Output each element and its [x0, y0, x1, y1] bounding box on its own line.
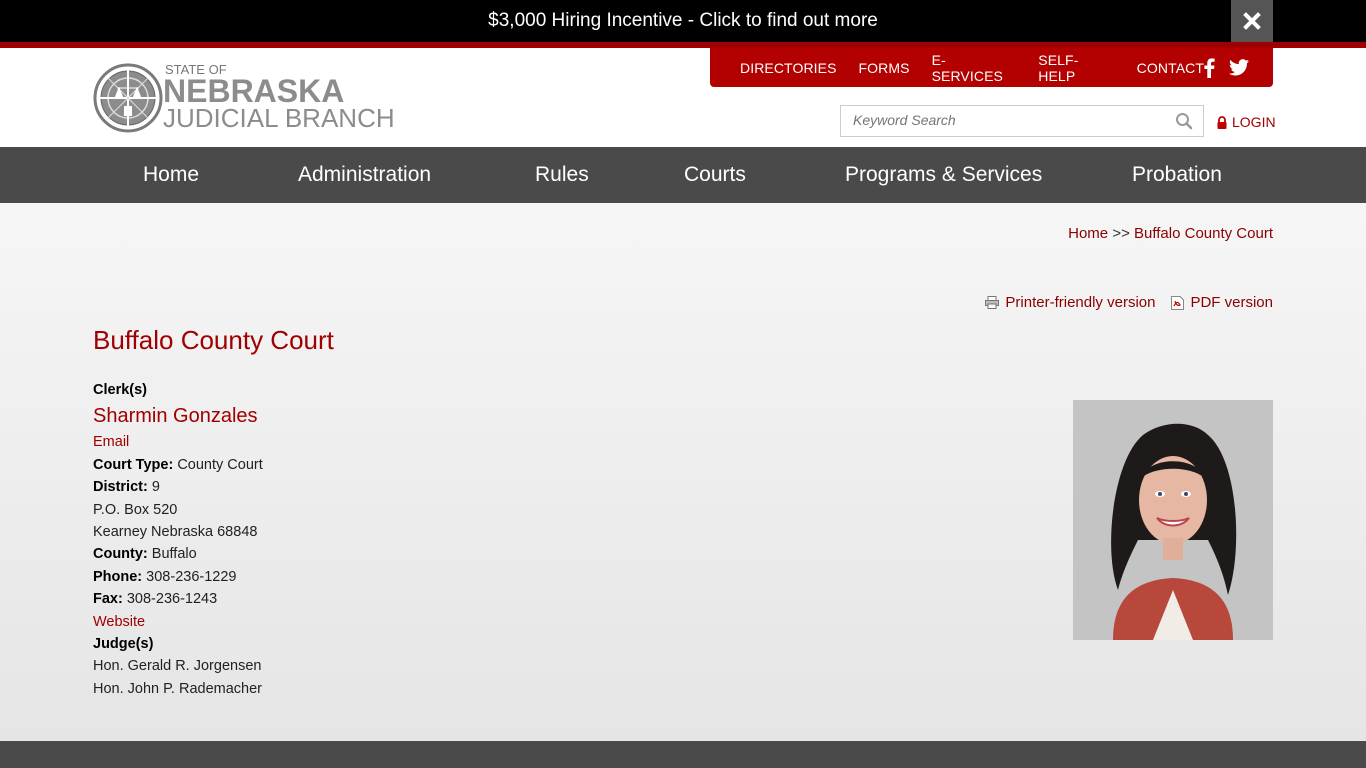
- social-links: [1204, 57, 1249, 78]
- hiring-alert-bar: $3,000 Hiring Incentive - Click to find …: [0, 0, 1366, 42]
- breadcrumb-separator: >>: [1112, 225, 1130, 242]
- pdf-icon: [1171, 295, 1185, 310]
- phone-label: Phone:: [93, 568, 143, 585]
- court-website-link[interactable]: Website: [93, 614, 145, 630]
- printer-icon: [985, 296, 1000, 309]
- facebook-icon[interactable]: [1204, 57, 1215, 78]
- address-line-2: Kearney Nebraska 68848: [93, 523, 258, 540]
- hiring-alert-link[interactable]: $3,000 Hiring Incentive - Click to find …: [0, 0, 1366, 42]
- print-links: Printer-friendly version PDF version: [985, 294, 1273, 311]
- pdf-version-label: PDF version: [1190, 294, 1273, 311]
- district-value: 9: [151, 479, 160, 496]
- fax-label: Fax:: [93, 591, 123, 608]
- logo-judicial-branch: JUDICIAL BRANCH: [163, 103, 393, 133]
- printer-friendly-link[interactable]: Printer-friendly version: [985, 294, 1155, 311]
- breadcrumb-home[interactable]: Home: [1068, 225, 1108, 242]
- printer-friendly-label: Printer-friendly version: [1005, 294, 1156, 311]
- judge-name: Hon. Gerald R. Jorgensen: [93, 658, 262, 675]
- court-type-value: County Court: [177, 456, 263, 473]
- clerk-heading: Clerk(s): [93, 382, 147, 398]
- main-nav-programs-services[interactable]: Programs & Services: [845, 147, 1042, 203]
- utility-nav: DIRECTORIES FORMS E-SERVICES SELF-HELP C…: [710, 48, 1273, 87]
- login-label: LOGIN: [1232, 114, 1276, 130]
- search-input[interactable]: [841, 106, 1185, 134]
- clerk-photo: [1073, 400, 1273, 640]
- nav-forms[interactable]: FORMS: [859, 60, 910, 76]
- nav-e-services[interactable]: E-SERVICES: [932, 52, 1017, 84]
- breadcrumb-current[interactable]: Buffalo County Court: [1134, 225, 1273, 242]
- fax-value: 308-236-1243: [126, 591, 218, 608]
- main-nav-administration[interactable]: Administration: [298, 147, 431, 203]
- nav-self-help[interactable]: SELF-HELP: [1038, 52, 1114, 84]
- search-icon[interactable]: [1175, 112, 1193, 130]
- twitter-icon[interactable]: [1229, 59, 1249, 76]
- clerk-name: Sharmin Gonzales: [93, 405, 258, 428]
- phone-value: 308-236-1229: [146, 568, 237, 585]
- breadcrumb: Home >> Buffalo County Court: [1068, 225, 1273, 242]
- district-label: District:: [93, 479, 148, 496]
- main-nav-rules[interactable]: Rules: [535, 147, 589, 203]
- site-footer: [0, 741, 1366, 768]
- nebraska-judicial-logo[interactable]: STATE OF NEBRASKA JUDICIAL BRANCH: [93, 62, 393, 134]
- main-nav-courts[interactable]: Courts: [684, 147, 746, 203]
- main-nav-home[interactable]: Home: [143, 147, 199, 203]
- nav-directories[interactable]: DIRECTORIES: [740, 60, 837, 76]
- pdf-version-link[interactable]: PDF version: [1171, 294, 1273, 311]
- login-link[interactable]: LOGIN: [1217, 114, 1276, 130]
- clerk-portrait-image: [1073, 400, 1273, 640]
- lock-icon: [1217, 115, 1227, 129]
- court-details: Clerk(s) Sharmin Gonzales Email Court Ty…: [93, 379, 263, 700]
- main-nav: Home Administration Rules Courts Program…: [0, 147, 1366, 203]
- county-value: Buffalo: [151, 546, 197, 563]
- clerk-email-link[interactable]: Email: [93, 434, 129, 450]
- page-title: Buffalo County Court: [93, 325, 334, 355]
- county-label: County:: [93, 546, 148, 563]
- close-alert-button[interactable]: [1231, 0, 1273, 42]
- site-header: STATE OF NEBRASKA JUDICIAL BRANCH DIRECT…: [0, 48, 1366, 147]
- main-nav-probation[interactable]: Probation: [1132, 147, 1222, 203]
- nav-contact[interactable]: CONTACT: [1137, 60, 1204, 76]
- judges-heading: Judge(s): [93, 635, 154, 652]
- keyword-search: [840, 105, 1204, 137]
- address-line-1: P.O. Box 520: [93, 501, 178, 518]
- close-icon: [1243, 12, 1261, 30]
- court-type-label: Court Type:: [93, 456, 174, 473]
- main-content: Home >> Buffalo County Court Printer-fri…: [0, 203, 1366, 741]
- judge-name: Hon. John P. Rademacher: [93, 680, 263, 697]
